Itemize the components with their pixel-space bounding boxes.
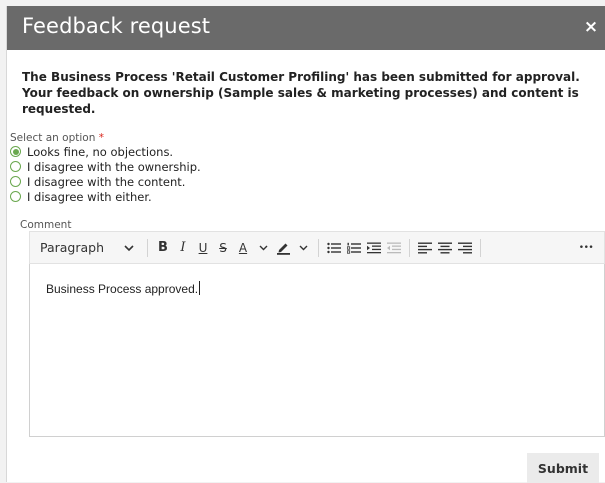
align-left-icon[interactable] — [417, 237, 433, 259]
highlight-pen-icon[interactable] — [275, 237, 291, 259]
paragraph-format-label: Paragraph — [40, 240, 105, 255]
comment-editor[interactable]: Business Process approved. — [29, 264, 605, 437]
required-marker: * — [98, 132, 104, 144]
strikethrough-button[interactable]: S — [215, 237, 231, 259]
comment-label: Comment — [20, 219, 72, 231]
option-label: I disagree with the ownership. — [27, 159, 201, 174]
underline-button[interactable]: U — [195, 237, 211, 259]
radio-disagree-content[interactable] — [10, 176, 21, 187]
radio-disagree-either[interactable] — [10, 191, 21, 202]
bold-button[interactable]: B — [155, 237, 171, 259]
numbered-list-icon[interactable] — [346, 237, 362, 259]
paragraph-format-dropdown[interactable]: Paragraph — [30, 240, 142, 255]
more-options-icon[interactable]: ••• — [578, 237, 594, 259]
option-looks-fine[interactable]: Looks fine, no objections. — [10, 144, 201, 159]
editor-toolbar: Paragraph B I U S A ••• — [29, 231, 605, 264]
option-disagree-ownership[interactable]: I disagree with the ownership. — [10, 159, 201, 174]
feedback-dialog: Feedback request × The Business Process … — [6, 6, 605, 483]
text-caret — [199, 281, 201, 295]
close-icon[interactable]: × — [583, 19, 599, 36]
select-option-label: Select an option * — [10, 132, 104, 144]
toolbar-divider — [318, 238, 319, 257]
toolbar-divider — [409, 238, 410, 257]
submit-button[interactable]: Submit — [527, 453, 599, 483]
align-right-icon[interactable] — [457, 237, 473, 259]
select-option-text: Select an option — [10, 132, 96, 144]
option-disagree-either[interactable]: I disagree with either. — [10, 189, 201, 204]
indent-icon[interactable] — [366, 237, 382, 259]
radio-disagree-ownership[interactable] — [10, 161, 21, 172]
bullet-list-icon[interactable] — [326, 237, 342, 259]
comment-text: Business Process approved. — [46, 282, 199, 296]
toolbar-divider — [480, 238, 481, 257]
italic-button[interactable]: I — [175, 237, 191, 259]
outdent-icon[interactable] — [386, 237, 402, 259]
highlight-chevron-down-icon[interactable] — [295, 237, 311, 259]
font-color-button[interactable]: A — [235, 237, 251, 259]
dialog-header: Feedback request × — [7, 6, 605, 50]
font-color-chevron-down-icon[interactable] — [255, 237, 271, 259]
submission-message: The Business Process 'Retail Customer Pr… — [22, 70, 580, 116]
toolbar-divider — [147, 238, 148, 257]
radio-looks-fine[interactable] — [10, 146, 21, 157]
option-label: Looks fine, no objections. — [27, 144, 174, 159]
option-radio-group: Looks fine, no objections. I disagree wi… — [10, 144, 201, 204]
option-label: I disagree with the content. — [27, 174, 186, 189]
align-center-icon[interactable] — [437, 237, 453, 259]
chevron-down-icon — [124, 240, 134, 255]
dialog-title: Feedback request — [22, 14, 211, 38]
comment-editor-content[interactable]: Business Process approved. — [46, 281, 201, 296]
option-label: I disagree with either. — [27, 189, 152, 204]
option-disagree-content[interactable]: I disagree with the content. — [10, 174, 201, 189]
